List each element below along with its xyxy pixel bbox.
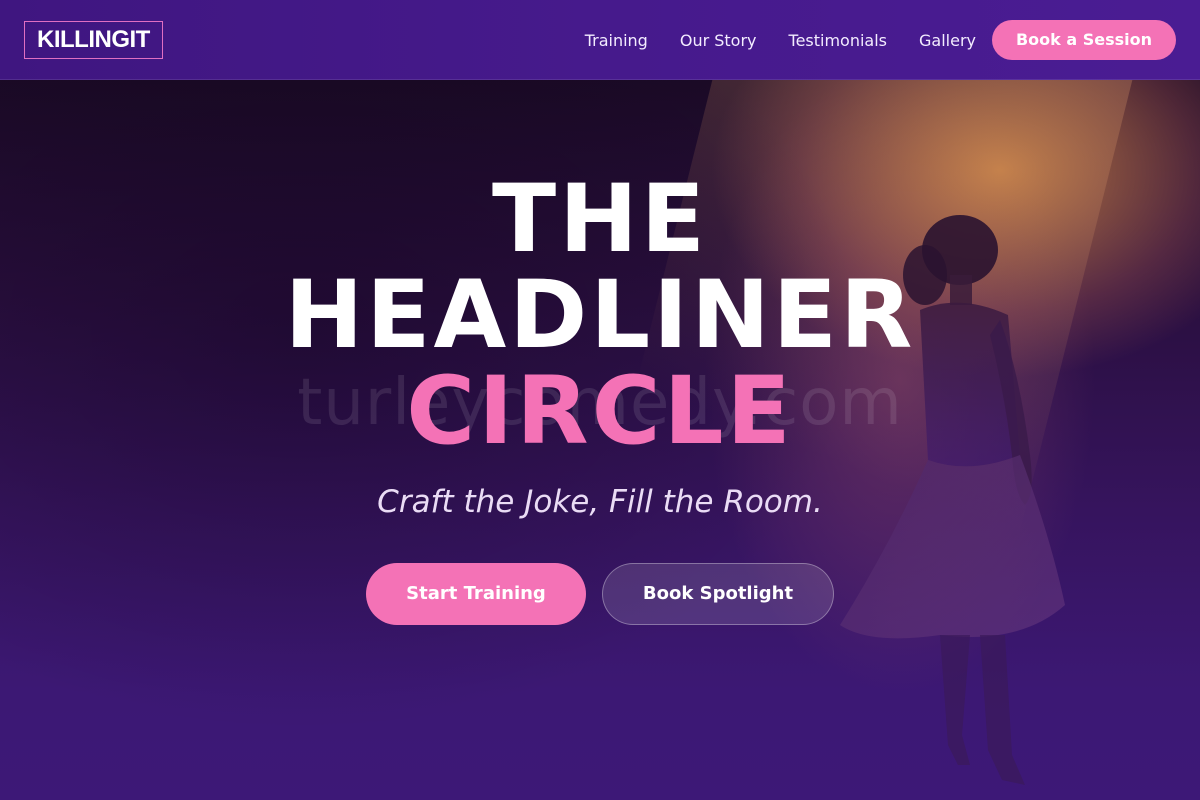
main-nav: Training Our Story Testimonials Gallery bbox=[585, 0, 976, 80]
hero-headline: THE HEADLINER CIRCLE bbox=[0, 172, 1200, 460]
nav-link-our-story[interactable]: Our Story bbox=[680, 31, 757, 50]
logo[interactable]: KILLINGIT bbox=[24, 21, 163, 59]
headline-line-1: THE bbox=[491, 165, 708, 274]
headline-line-3: CIRCLE bbox=[406, 357, 794, 466]
book-spotlight-button[interactable]: Book Spotlight bbox=[602, 563, 834, 625]
book-session-button[interactable]: Book a Session bbox=[992, 20, 1176, 60]
start-training-button[interactable]: Start Training bbox=[366, 563, 586, 625]
nav-link-training[interactable]: Training bbox=[585, 31, 648, 50]
headline-line-2: HEADLINER bbox=[284, 261, 916, 370]
nav-link-gallery[interactable]: Gallery bbox=[919, 31, 976, 50]
hero-tagline: Craft the Joke, Fill the Room. bbox=[377, 484, 823, 520]
nav-link-testimonials[interactable]: Testimonials bbox=[789, 31, 888, 50]
site-header: KILLINGIT Training Our Story Testimonial… bbox=[0, 0, 1200, 80]
landing-page: KILLINGIT Training Our Story Testimonial… bbox=[0, 0, 1200, 800]
